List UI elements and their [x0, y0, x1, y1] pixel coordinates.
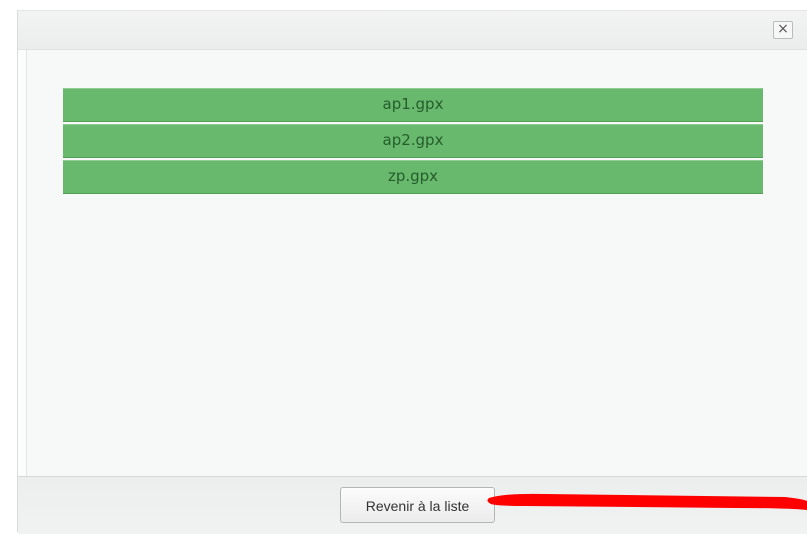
back-to-list-button[interactable]: Revenir à la liste [340, 487, 495, 523]
file-item-ap2[interactable]: ap2.gpx [63, 124, 763, 158]
close-icon[interactable]: × [773, 21, 793, 39]
file-dialog: × ap1.gpx ap2.gpx zp.gpx Revenir à la li… [17, 10, 807, 534]
file-item-zp[interactable]: zp.gpx [63, 160, 763, 194]
file-item-ap1[interactable]: ap1.gpx [63, 88, 763, 122]
file-list: ap1.gpx ap2.gpx zp.gpx [63, 88, 763, 196]
dialog-footer: Revenir à la liste [18, 476, 807, 534]
dialog-content: ap1.gpx ap2.gpx zp.gpx [26, 50, 807, 476]
dialog-titlebar: × [18, 11, 807, 50]
